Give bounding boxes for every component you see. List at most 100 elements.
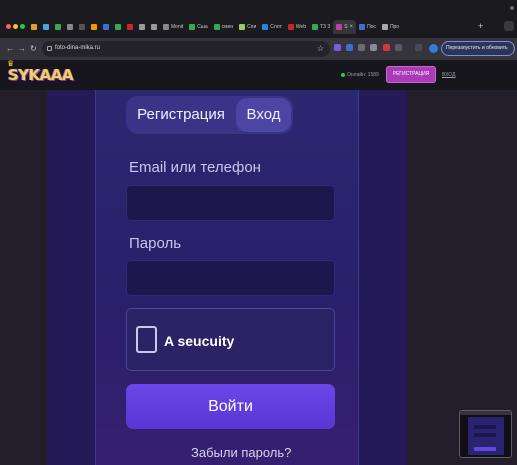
recording-indicator-icon [510, 6, 514, 10]
url-text: foto-dina-mika.ru [55, 45, 101, 51]
tab-favicon-icon [151, 24, 157, 30]
password-label: Пароль [129, 235, 182, 252]
back-arrow-icon[interactable]: ← [6, 43, 14, 55]
browser-tab[interactable]: Web [285, 20, 309, 34]
login-submit-button[interactable]: Войти [126, 384, 335, 429]
bookmark-star-icon[interactable]: ☆ [317, 44, 324, 53]
maximize-window-icon[interactable] [20, 24, 25, 29]
site-header [0, 60, 517, 90]
browser-tab[interactable]: Сша [186, 20, 210, 34]
browser-tab[interactable] [124, 20, 136, 34]
tab-login[interactable]: Вход [236, 98, 291, 132]
browser-tab[interactable]: Monit [160, 20, 186, 34]
browser-tab[interactable] [28, 20, 40, 34]
thumbnail-button [474, 447, 496, 451]
security-checkbox[interactable] [136, 326, 157, 353]
tab-title: Monit [171, 24, 184, 30]
tab-favicon-icon [55, 24, 61, 30]
address-bar[interactable]: foto-dina-mika.ru ☆ [42, 41, 330, 57]
tab-favicon-icon [189, 24, 196, 30]
reload-icon[interactable]: ↻ [30, 43, 37, 55]
tab-favicon-icon [239, 24, 246, 30]
extension-icon[interactable] [383, 44, 390, 51]
browser-tab[interactable]: Слот [259, 20, 285, 34]
downloads-icon[interactable] [415, 44, 422, 51]
browser-tab[interactable] [40, 20, 52, 34]
tab-register[interactable]: Регистрация [126, 96, 236, 134]
thumbnail-field [474, 433, 496, 437]
browser-tab[interactable] [112, 20, 124, 34]
extension-icon[interactable] [370, 44, 377, 51]
screenshot-thumbnail-preview[interactable] [459, 410, 512, 458]
browser-tab[interactable] [88, 20, 100, 34]
tab-favicon-icon [127, 24, 133, 30]
tab-favicon-icon [213, 24, 220, 30]
tab-title: Web [295, 24, 306, 30]
forward-arrow-icon[interactable]: → [18, 43, 26, 55]
tab-strip: Monit Сша смен Спи Слот Web ТЗ 3 S × Пос Про [28, 20, 402, 34]
browser-tab-active[interactable]: S × [333, 20, 357, 34]
online-status-dot-icon [341, 73, 345, 77]
login-link[interactable]: ВХОД [442, 72, 455, 78]
extension-icon[interactable] [395, 44, 402, 51]
tab-favicon-icon [139, 24, 145, 30]
tab-favicon-icon [79, 24, 85, 30]
forgot-password-link[interactable]: Забыли пароль? [191, 445, 291, 460]
tab-title: S [344, 24, 348, 30]
tab-favicon-icon [115, 24, 121, 30]
close-window-icon[interactable] [6, 24, 11, 29]
tab-favicon-icon [336, 24, 343, 30]
thumbnail-field [474, 425, 496, 429]
browser-tab[interactable]: смен [211, 20, 236, 34]
online-label: Онлайн: 1589 [347, 72, 379, 78]
browser-tab[interactable] [100, 20, 112, 34]
relaunch-menu-icon[interactable]: ⋮ [511, 45, 516, 51]
browser-tab[interactable] [76, 20, 88, 34]
email-field[interactable] [126, 185, 335, 221]
browser-tab[interactable] [148, 20, 160, 34]
tab-favicon-icon [163, 24, 169, 30]
tab-favicon-icon [312, 24, 318, 30]
online-counter: Онлайн: 1589 [341, 72, 379, 78]
tab-favicon-icon [381, 24, 388, 30]
browser-tab[interactable]: Пос [356, 20, 379, 34]
site-info-icon[interactable] [47, 46, 52, 51]
extension-icon[interactable] [346, 44, 353, 51]
relaunch-update-button[interactable]: Перезапустить и обновить ⋮ [441, 41, 516, 56]
new-tab-button[interactable]: + [478, 21, 483, 31]
tab-favicon-icon [43, 24, 49, 30]
tab-search-button[interactable] [504, 21, 514, 31]
browser-tab[interactable] [64, 20, 76, 34]
password-field[interactable] [126, 260, 335, 296]
tab-favicon-icon [31, 24, 37, 30]
security-check-label: A seucuity [164, 333, 235, 349]
browser-tab[interactable]: ТЗ 3 [309, 20, 333, 34]
browser-tab[interactable]: Про [379, 20, 402, 34]
tab-favicon-icon [67, 24, 73, 30]
browser-tab[interactable]: Спи [236, 20, 259, 34]
relaunch-label: Перезапустить и обновить [446, 45, 508, 51]
tab-favicon-icon [103, 24, 109, 30]
tab-favicon-icon [359, 24, 366, 30]
close-tab-icon[interactable]: × [350, 24, 354, 30]
tab-title: смен [221, 24, 234, 30]
register-button[interactable]: РЕГИСТРАЦИЯ [386, 66, 436, 83]
tab-favicon-icon [91, 24, 97, 30]
profile-avatar[interactable] [429, 44, 438, 53]
tab-title: Слот [270, 24, 282, 30]
extension-icon[interactable] [358, 44, 365, 51]
extension-icon[interactable] [334, 44, 341, 51]
tab-title: Спи [247, 24, 257, 30]
tab-title: Про [389, 24, 400, 30]
email-label: Email или телефон [129, 159, 261, 176]
thumbnail-toolbar [460, 411, 511, 415]
browser-tab[interactable] [52, 20, 64, 34]
tab-title: Сша [197, 24, 208, 30]
tab-favicon-icon [262, 24, 269, 30]
minimize-window-icon[interactable] [13, 24, 18, 29]
tab-title: Пос [367, 24, 376, 30]
site-logo[interactable]: SYKAAA [8, 66, 74, 84]
tab-favicon-icon [287, 24, 294, 30]
browser-tab[interactable] [136, 20, 148, 34]
tab-title: ТЗ 3 [320, 24, 331, 30]
